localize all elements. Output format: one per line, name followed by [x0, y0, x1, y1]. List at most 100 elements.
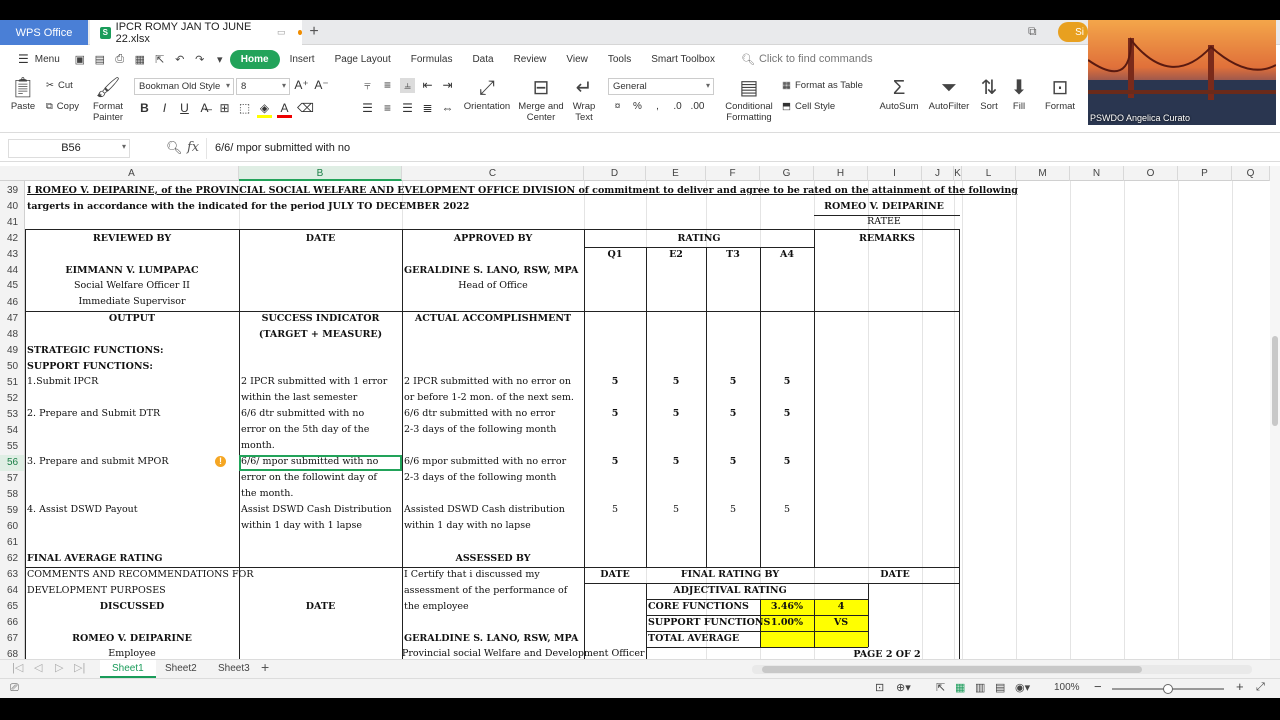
formula-input[interactable]: 6/6/ mpor submitted with no: [206, 138, 1276, 159]
prev-sheet-icon[interactable]: ◁: [34, 661, 42, 674]
column-header-b[interactable]: B: [239, 166, 402, 181]
bold-icon[interactable]: B: [137, 101, 152, 118]
freeze-icon[interactable]: ⊕▾: [896, 681, 911, 694]
font-size-select[interactable]: 8: [236, 78, 290, 95]
grow-font-icon[interactable]: A⁺: [294, 78, 309, 92]
row-header-51[interactable]: 51: [0, 375, 24, 391]
cell-style-button[interactable]: ⬒ Cell Style: [782, 101, 835, 112]
tab-review[interactable]: Review: [504, 48, 557, 70]
print-preview-icon[interactable]: ▦: [132, 52, 148, 66]
page-break-view-icon[interactable]: ▥: [975, 681, 985, 694]
row-header-63[interactable]: 63: [0, 567, 24, 583]
format-button[interactable]: ⊡ Format: [1040, 77, 1080, 112]
column-header-d[interactable]: D: [584, 166, 646, 181]
custom-view-icon[interactable]: ◉▾: [1015, 681, 1030, 694]
tab-tools[interactable]: Tools: [598, 48, 641, 70]
macro-record-icon[interactable]: ⎚: [10, 682, 19, 695]
name-box[interactable]: B56: [8, 139, 130, 158]
column-header-q[interactable]: Q: [1232, 166, 1270, 181]
tab-view[interactable]: View: [556, 48, 598, 70]
tab-data[interactable]: Data: [462, 48, 503, 70]
fullscreen-icon[interactable]: ⤢: [1256, 681, 1265, 694]
strikethrough-icon[interactable]: A̶: [197, 101, 212, 118]
underline-icon[interactable]: U: [177, 101, 192, 118]
tab-insert[interactable]: Insert: [280, 48, 325, 70]
row-header-67[interactable]: 67: [0, 631, 24, 647]
borders-icon[interactable]: ⊞: [217, 101, 232, 118]
row-header-45[interactable]: 45: [0, 278, 24, 294]
undo-icon[interactable]: ↶: [172, 52, 188, 66]
eye-protection-icon[interactable]: ⊡: [875, 681, 884, 694]
selected-cell[interactable]: [239, 455, 402, 471]
cell-format-icon[interactable]: ⬚: [237, 101, 252, 118]
increase-decimal-icon[interactable]: .0: [670, 101, 685, 112]
wrap-text-button[interactable]: ↵ Wrap Text: [568, 77, 600, 123]
copy-button[interactable]: ⧉ Copy: [46, 101, 79, 112]
read-mode-icon[interactable]: ⇱: [936, 681, 945, 694]
column-header-p[interactable]: P: [1178, 166, 1232, 181]
new-tab-button[interactable]: +: [305, 22, 323, 42]
wps-office-tab[interactable]: WPS Office: [0, 20, 88, 45]
row-header-59[interactable]: 59: [0, 503, 24, 519]
row-header-39[interactable]: 39: [0, 183, 24, 199]
row-header-58[interactable]: 58: [0, 487, 24, 503]
column-header-i[interactable]: I: [868, 166, 922, 181]
percent-icon[interactable]: %: [630, 101, 645, 112]
align-top-icon[interactable]: ⫧: [360, 78, 375, 93]
row-header-50[interactable]: 50: [0, 359, 24, 375]
add-sheet-button[interactable]: +: [261, 659, 269, 675]
export-icon[interactable]: ⇱: [152, 52, 168, 66]
align-bottom-icon[interactable]: ⫨: [400, 78, 415, 93]
row-header-42[interactable]: 42: [0, 231, 24, 247]
vertical-scroll-thumb[interactable]: [1272, 336, 1278, 426]
save-icon[interactable]: ▣: [72, 52, 88, 66]
align-center-icon[interactable]: ≡: [380, 101, 395, 115]
align-left-icon[interactable]: ☰: [360, 101, 375, 115]
column-header-e[interactable]: E: [646, 166, 706, 181]
paste-button[interactable]: 📋︎ Paste: [6, 77, 40, 112]
zoom-level[interactable]: 100%: [1054, 682, 1080, 693]
indent-increase-icon[interactable]: ⇥: [440, 78, 455, 93]
tab-home[interactable]: Home: [229, 49, 280, 69]
find-commands-search[interactable]: 🔍︎ Click to find commands: [731, 48, 883, 70]
row-header-54[interactable]: 54: [0, 423, 24, 439]
row-header-47[interactable]: 47: [0, 311, 24, 327]
horizontal-scrollbar[interactable]: [752, 665, 1252, 674]
page-layout-view-icon[interactable]: ▤: [995, 681, 1005, 694]
horizontal-scroll-thumb[interactable]: [762, 666, 1142, 673]
quick-access-dropdown-icon[interactable]: ▾: [212, 52, 228, 66]
align-middle-icon[interactable]: ≡: [380, 78, 395, 93]
column-header-k[interactable]: K: [954, 166, 962, 181]
currency-icon[interactable]: ¤: [610, 101, 625, 112]
number-format-select[interactable]: General: [608, 78, 714, 95]
decrease-decimal-icon[interactable]: .00: [690, 101, 705, 112]
redo-icon[interactable]: ↷: [192, 52, 208, 66]
autofilter-button[interactable]: ⏷ AutoFilter: [926, 77, 972, 112]
row-header-49[interactable]: 49: [0, 343, 24, 359]
row-header-40[interactable]: 40: [0, 199, 24, 215]
font-family-select[interactable]: Bookman Old Style: [134, 78, 234, 95]
tab-page-layout[interactable]: Page Layout: [325, 48, 401, 70]
row-header-53[interactable]: 53: [0, 407, 24, 423]
format-painter-button[interactable]: 🖌︎ Format Painter: [88, 77, 128, 123]
insert-function-icon[interactable]: fx: [187, 140, 199, 155]
column-header-l[interactable]: L: [962, 166, 1016, 181]
distributed-icon[interactable]: ⇔: [440, 101, 455, 115]
clear-format-icon[interactable]: ⌫: [297, 101, 314, 118]
column-header-a[interactable]: A: [25, 166, 239, 181]
row-header-62[interactable]: 62: [0, 551, 24, 567]
align-right-icon[interactable]: ☰: [400, 101, 415, 115]
sort-button[interactable]: ⇅ Sort: [974, 77, 1004, 112]
column-header-n[interactable]: N: [1070, 166, 1124, 181]
merge-center-button[interactable]: ⊟ Merge and Center: [516, 77, 566, 123]
first-sheet-icon[interactable]: |◁: [12, 661, 23, 674]
comma-icon[interactable]: ,: [650, 101, 665, 112]
row-header-65[interactable]: 65: [0, 599, 24, 615]
column-header-h[interactable]: H: [814, 166, 868, 181]
indent-decrease-icon[interactable]: ⇤: [420, 78, 435, 93]
fill-button[interactable]: ⬇ Fill: [1006, 77, 1032, 112]
window-mode-icon[interactable]: ⧉: [1028, 24, 1037, 39]
next-sheet-icon[interactable]: ▷: [55, 661, 63, 674]
justify-icon[interactable]: ≣: [420, 101, 435, 115]
window-icon[interactable]: ▭: [277, 27, 286, 38]
